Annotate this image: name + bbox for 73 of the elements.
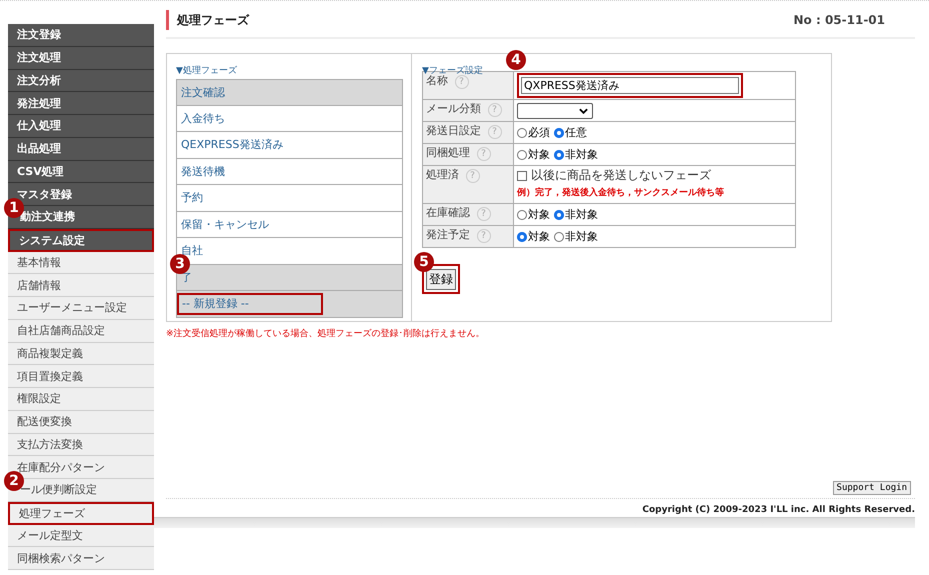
phase-item[interactable]: 予約 <box>176 185 403 212</box>
radio-button[interactable] <box>554 150 564 160</box>
support-login-button[interactable]: Support Login <box>832 481 911 495</box>
phase-item[interactable]: 発送待機 <box>176 158 403 185</box>
sidebar-item[interactable]: 店舗情報 <box>8 274 154 297</box>
field-label: 発送日設定 <box>426 124 481 137</box>
radio-button[interactable] <box>517 150 527 160</box>
step-badge: 2 <box>4 471 24 491</box>
radio-button[interactable] <box>554 128 564 138</box>
radio-label: 任意 <box>565 125 587 140</box>
radio-button[interactable] <box>554 232 564 242</box>
field-label: メール分類 <box>426 102 481 115</box>
sidebar-item[interactable]: 出品処理 <box>8 138 154 160</box>
phase-label: 保留・キャンセル <box>180 216 269 232</box>
radio-button[interactable] <box>517 210 527 220</box>
radio-label: 対象 <box>528 147 550 162</box>
sidebar-item[interactable]: 配送便変換 <box>8 410 154 434</box>
sidebar-item[interactable]: ユーザーメニュー設定 <box>8 297 154 320</box>
register-button[interactable]: 登録 <box>426 269 456 290</box>
radio-label: 対象 <box>528 207 550 222</box>
sidebar-item[interactable]: 処理フェーズ <box>8 502 154 524</box>
radio-button[interactable] <box>517 232 527 242</box>
section-heading: ▼処理フェーズ <box>176 66 237 76</box>
phase-label: 発送待機 <box>180 164 225 179</box>
phase-label: QEXPRESS発送済み <box>180 137 284 152</box>
page-number: No : 05-11-01 <box>794 13 885 27</box>
radio-button[interactable] <box>517 128 527 138</box>
phase-item[interactable]: 入金待ち <box>176 106 403 132</box>
step-badge: 4 <box>506 50 526 70</box>
field-label: 処理済 <box>426 168 459 181</box>
sidebar-item[interactable]: CSV処理 <box>8 160 154 184</box>
phase-item[interactable]: QEXPRESS発送済み <box>176 132 403 158</box>
phase-label: 予約 <box>180 190 203 206</box>
example-note: 例）完了，発送後入金待ち，サンクスメール待ち等 <box>517 186 725 199</box>
title-accent <box>166 10 169 30</box>
phase-label: 注文確認 <box>180 84 225 100</box>
sidebar-item[interactable]: 自社店舗商品設定 <box>8 320 154 342</box>
chevron-down-icon <box>579 108 588 114</box>
sidebar-item[interactable]: 同梱検索パターン <box>8 547 154 570</box>
checkbox[interactable] <box>517 170 527 180</box>
warning-text: ※注文受信処理が稼働している場合、処理フェーズの登録･削除は行えません。 <box>166 328 486 340</box>
radio-label: 非対象 <box>565 229 598 244</box>
sidebar-item[interactable]: システム設定 <box>8 228 154 252</box>
radio-label: 必須 <box>528 125 550 140</box>
step-badge: 5 <box>414 252 434 272</box>
sidebar-item[interactable]: 注文登録 <box>8 24 154 47</box>
radio-label: 非対象 <box>565 207 598 222</box>
field-label: 名称 <box>426 74 448 87</box>
sidebar-item[interactable]: 仕入処理 <box>8 115 154 138</box>
sidebar-item[interactable]: 基本情報 <box>8 252 154 274</box>
sidebar-item[interactable]: 支払方法変換 <box>8 434 154 456</box>
copyright-text: Copyright (C) 2009-2023 I'LL inc. All Rights Reserved. <box>642 505 915 515</box>
field-label: 同梱処理 <box>426 146 470 159</box>
field-label: 発注予定 <box>426 228 470 241</box>
phase-label: -- 新規登録 -- <box>177 292 323 315</box>
sidebar-item[interactable]: 商品複製定義 <box>8 342 154 366</box>
sidebar-item[interactable]: 発注処理 <box>8 92 154 115</box>
section-heading: ▼フェーズ設定 <box>422 66 483 76</box>
sidebar-item[interactable]: 権限設定 <box>8 388 154 411</box>
page-title: 処理フェーズ <box>177 12 249 28</box>
sidebar-item[interactable]: メール定型文 <box>8 524 154 548</box>
field-label: 在庫確認 <box>426 206 470 219</box>
mail-category-select[interactable] <box>517 102 593 118</box>
checkbox-label: 以後に商品を発送しないフェーズ <box>531 167 711 184</box>
radio-label: 対象 <box>528 229 550 244</box>
sidebar-item[interactable]: 注文処理 <box>8 46 154 70</box>
phase-item[interactable]: 保留・キャンセル <box>176 212 403 238</box>
phase-label: 入金待ち <box>180 110 225 126</box>
sidebar-item[interactable]: 注文分析 <box>8 70 154 92</box>
name-field[interactable]: QXPRESS発送済み <box>521 77 739 94</box>
radio-button[interactable] <box>554 210 564 220</box>
sidebar-item[interactable]: 項目置換定義 <box>8 365 154 388</box>
radio-label: 非対象 <box>565 147 598 162</box>
